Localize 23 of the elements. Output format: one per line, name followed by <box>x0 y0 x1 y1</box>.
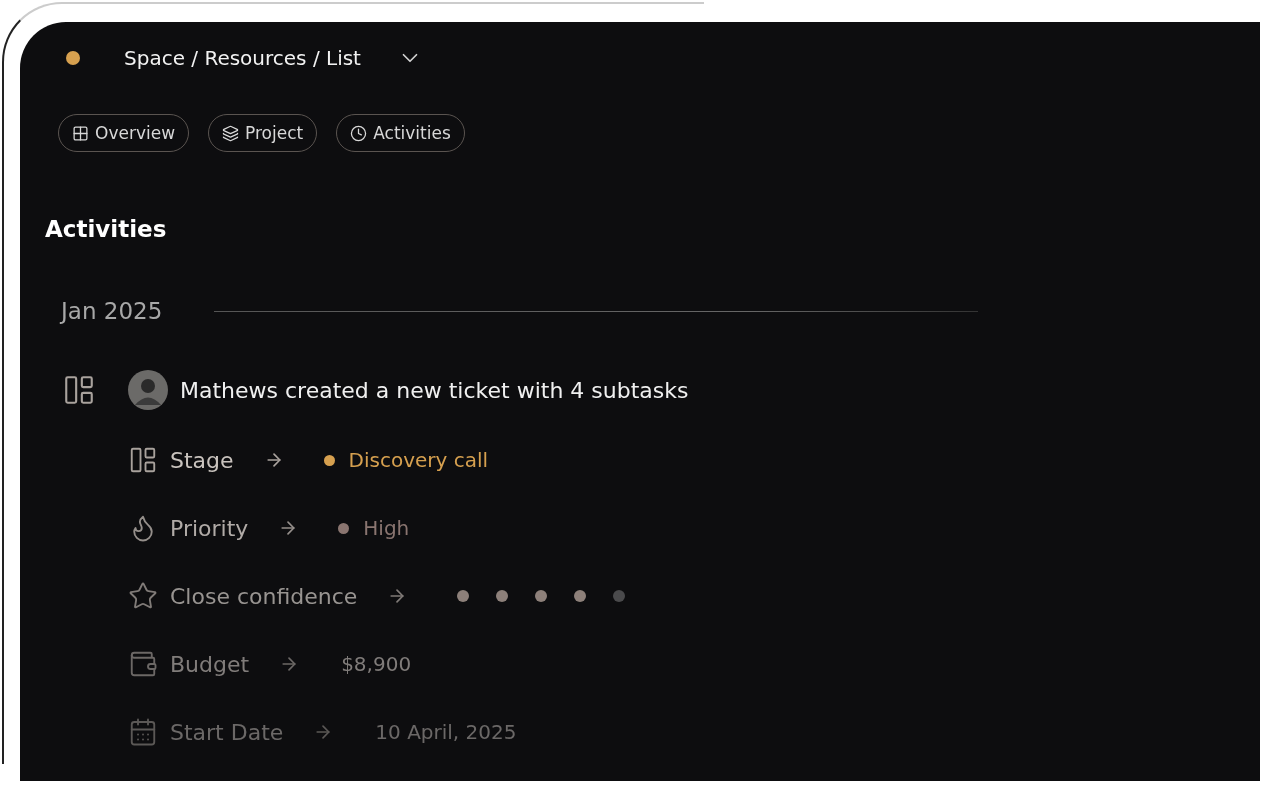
layers-icon <box>222 124 240 142</box>
change-value: 10 April, 2025 <box>375 720 517 744</box>
clock-icon <box>350 124 368 142</box>
change-label: Close confidence <box>170 583 358 609</box>
month-label: Jan 2025 <box>61 298 163 324</box>
calendar-icon <box>128 717 158 747</box>
breadcrumb[interactable]: Space / Resources / List <box>124 46 361 70</box>
layout-icon <box>128 445 158 475</box>
star-icon <box>128 581 158 611</box>
section-title: Activities <box>45 216 168 242</box>
change-label: Stage <box>170 447 234 473</box>
grid-icon <box>72 124 89 142</box>
layout-icon <box>62 373 96 407</box>
activity-text: Mathews created a new ticket with 4 subtasks <box>180 377 689 403</box>
avatar <box>128 370 168 410</box>
change-label: Budget <box>170 651 250 677</box>
change-value: High <box>363 516 410 540</box>
change-label: Priority <box>170 515 249 541</box>
wallet-icon <box>128 649 158 679</box>
status-dot <box>66 51 80 65</box>
change-label: Start Date <box>170 719 284 745</box>
change-value: Discovery call <box>348 448 489 472</box>
change-value: $8,900 <box>341 652 412 676</box>
